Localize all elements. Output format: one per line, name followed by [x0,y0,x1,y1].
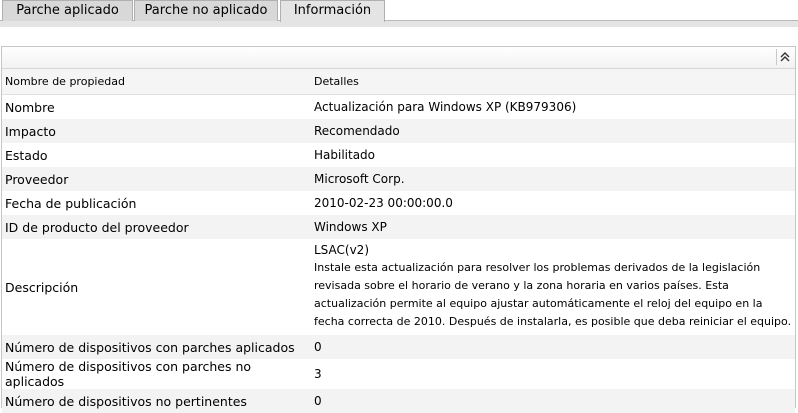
tab-bar: Parche aplicado Parche no aplicado Infor… [0,0,798,27]
description-line: fecha correcta de 2010. Después de insta… [314,315,792,328]
description-line: Instale esta actualización para resolver… [314,261,761,274]
column-header-property: Nombre de propiedad [2,69,311,95]
table-row: Número de dispositivos no pertinentes 0 [2,389,795,413]
tab-bar-strip [0,20,798,27]
property-name: Número de dispositivos no pertinentes [2,389,311,413]
properties-panel: Nombre de propiedad Detalles Nombre Actu… [1,46,796,413]
property-value: 3 [314,367,322,381]
property-name: Número de dispositivos con parches aplic… [2,335,311,359]
table-row: Proveedor Microsoft Corp. [2,167,795,191]
collapse-button[interactable] [776,49,793,65]
description-title: LSAC(v2) [314,243,370,257]
table-header-row: Nombre de propiedad Detalles [2,69,795,95]
description-line: actualización permite al equipo ajustar … [314,297,763,310]
properties-table: Nombre de propiedad Detalles Nombre Actu… [2,69,795,413]
table-row: Nombre Actualización para Windows XP (KB… [2,95,795,120]
table-row: Descripción LSAC(v2) Instale esta actual… [2,239,795,335]
property-name: Nombre [5,99,55,115]
property-name: Descripción [5,279,79,295]
tab-parche-no-aplicado[interactable]: Parche no aplicado [134,0,278,21]
table-row: Número de dispositivos con parches no ap… [2,359,795,389]
table-row: Impacto Recomendado [2,119,795,143]
property-name: Impacto [2,119,311,143]
table-row: Estado Habilitado [2,143,795,167]
column-header-details: Detalles [311,69,795,95]
double-chevron-up-icon [780,52,790,62]
panel-header [2,47,795,69]
property-value: LSAC(v2) Instale esta actualización para… [311,239,795,335]
property-name: ID de producto del proveedor [2,215,311,239]
tab-informacion[interactable]: Información [280,0,385,22]
property-value: Recomendado [311,119,795,143]
property-value: 0 [311,335,795,359]
property-name: Fecha de publicación [5,195,137,211]
property-name: Estado [5,147,48,163]
property-value: Windows XP [311,215,795,239]
tab-parche-aplicado[interactable]: Parche aplicado [2,0,133,21]
property-value: Actualización para Windows XP (KB979306) [314,100,577,114]
description-line: revisada sobre el horario de verano y la… [314,279,729,292]
table-row: ID de producto del proveedor Windows XP [2,215,795,239]
description-text: Instale esta actualización para resolver… [314,259,795,331]
property-value: 2010-02-23 00:00:00.0 [314,196,453,210]
table-row: Fecha de publicación 2010-02-23 00:00:00… [2,191,795,215]
property-value: Microsoft Corp. [311,167,795,191]
table-row: Número de dispositivos con parches aplic… [2,335,795,359]
property-name: Número de dispositivos con parches no ap… [5,359,252,389]
property-name: Proveedor [2,167,311,191]
property-value: 0 [311,389,795,413]
property-value: Habilitado [314,148,376,162]
